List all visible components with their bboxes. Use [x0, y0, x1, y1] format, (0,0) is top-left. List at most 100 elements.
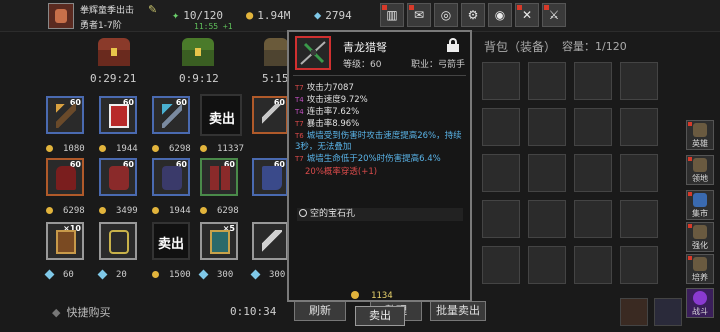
- coin-icon: [152, 271, 159, 278]
- item-slot-scroll-book[interactable]: ×10: [46, 222, 84, 260]
- item-price: 1080: [46, 144, 85, 154]
- chest-timer-1: 0:29:21: [90, 72, 137, 85]
- bag-slot[interactable]: [528, 62, 566, 100]
- quick-buy-toggle[interactable]: ◆ 快捷购买: [52, 304, 110, 320]
- shop-button[interactable]: ▥: [380, 3, 404, 27]
- bag-slot[interactable]: [620, 200, 658, 238]
- bag-capacity: 容量：1/120: [562, 40, 627, 53]
- pvp-button[interactable]: ⚔: [542, 3, 566, 27]
- bag-slot[interactable]: [574, 62, 612, 100]
- nav-hero-button[interactable]: 英雄: [686, 120, 714, 150]
- item-penetration-attribute: 20%概率穿透(+1): [305, 167, 378, 177]
- bag-slot[interactable]: [528, 108, 566, 146]
- nav-territory-button[interactable]: 领地: [686, 155, 714, 185]
- coin-icon: [46, 207, 53, 214]
- unlock-icon[interactable]: [447, 38, 459, 52]
- battle-swords-button[interactable]: ✕: [515, 3, 539, 27]
- coin-icon: [99, 207, 106, 214]
- item-price: 20: [97, 269, 127, 280]
- energy-stat: ✦ 10/120: [172, 8, 223, 22]
- item-price: 6298: [46, 206, 85, 216]
- item-slot-pants[interactable]: 60: [200, 158, 238, 196]
- quick-weapon-slot[interactable]: [654, 298, 682, 326]
- bulk-sell-button[interactable]: 批量卖出: [430, 301, 486, 321]
- feather-icon: [262, 230, 282, 254]
- bag-slot[interactable]: [620, 62, 658, 100]
- bag-slot[interactable]: [574, 246, 612, 284]
- refresh-timer: 0:10:34: [230, 305, 277, 318]
- edit-name-icon[interactable]: ✎: [148, 3, 157, 16]
- diamond-icon: [44, 269, 55, 280]
- item-slot-robe[interactable]: 60: [152, 158, 190, 196]
- item-attribute: T4 攻击速度9.72%: [295, 95, 368, 105]
- item-slot-green-book[interactable]: ×5: [200, 222, 238, 260]
- divider: [293, 75, 466, 76]
- item-slot-rod[interactable]: 60: [152, 96, 190, 134]
- item-slot-selected[interactable]: 卖出: [200, 94, 242, 136]
- sword-icon: [262, 104, 282, 128]
- bag-slot[interactable]: [482, 62, 520, 100]
- bag-slot[interactable]: [528, 200, 566, 238]
- item-slot-armor-dark[interactable]: 60: [99, 158, 137, 196]
- chest-red[interactable]: [96, 38, 132, 68]
- bag-slot[interactable]: [620, 108, 658, 146]
- item-slot-book[interactable]: 60: [99, 96, 137, 134]
- gamepad-button[interactable]: ◎: [434, 3, 458, 27]
- item-attribute: T4 连击率7.62%: [295, 107, 360, 117]
- player-avatar[interactable]: [48, 3, 74, 29]
- coin-icon: [351, 291, 359, 299]
- bag-slot[interactable]: [528, 246, 566, 284]
- gold-stat: ● 1.94M: [246, 8, 291, 22]
- chest-armor-icon: [56, 166, 76, 190]
- item-class: 职业：弓箭手: [411, 60, 466, 70]
- chest-green[interactable]: [180, 38, 216, 68]
- bag-slot[interactable]: [574, 200, 612, 238]
- empty-gem-socket[interactable]: 空的宝石孔: [297, 208, 463, 221]
- bag-slot[interactable]: [574, 108, 612, 146]
- bag-slot[interactable]: [528, 154, 566, 192]
- item-special-attribute: T7 城墙生命低于20%时伤害提高6.4%: [295, 154, 441, 164]
- item-slot-feather[interactable]: [252, 222, 288, 260]
- player-name: 拳辉童季出击: [80, 6, 135, 16]
- item-tooltip: 青龙猎弩 等级：60 职业：弓箭手 T7 攻击力7087 T4 攻击速度9.72% …: [287, 30, 472, 326]
- nav-train-button[interactable]: 培养: [686, 254, 714, 284]
- top-bar: 拳辉童季出击 勇者1-7阶 ✎ ✦ 10/120 11:55 +1 ● 1.94M …: [0, 0, 720, 32]
- nav-enhance-button[interactable]: 强化: [686, 222, 714, 252]
- chest-third[interactable]: [262, 38, 288, 68]
- market-icon: [693, 193, 707, 207]
- quick-armor-slot[interactable]: [620, 298, 648, 326]
- diamond-icon: [198, 269, 209, 280]
- item-price: 3499: [99, 206, 138, 216]
- item-name: 青龙猎弩: [343, 41, 387, 54]
- item-slot-rune[interactable]: [99, 222, 137, 260]
- bag-slot[interactable]: [482, 200, 520, 238]
- item-slot-boots[interactable]: 60: [252, 158, 288, 196]
- item-price: 1944: [152, 206, 191, 216]
- sell-item-button[interactable]: 卖出: [355, 306, 405, 326]
- bag-slot[interactable]: [620, 246, 658, 284]
- bag-slot[interactable]: [620, 154, 658, 192]
- item-slot-sword[interactable]: 60: [252, 96, 288, 134]
- gold-coin-icon: ●: [246, 8, 254, 22]
- item-slot-sell[interactable]: 卖出: [152, 222, 190, 260]
- item-slot-staff[interactable]: 60: [46, 96, 84, 134]
- skill-book-icon: [210, 230, 230, 254]
- color-wheel-button[interactable]: ◉: [488, 3, 512, 27]
- bag-slot[interactable]: [482, 108, 520, 146]
- item-level: 等级：60: [343, 60, 382, 70]
- spellbook-icon: [109, 104, 129, 128]
- bag-slot[interactable]: [482, 154, 520, 192]
- bag-slot[interactable]: [482, 246, 520, 284]
- chest-timer-3: 5:15: [262, 72, 289, 85]
- mail-button[interactable]: ✉: [407, 3, 431, 27]
- nav-battle-button[interactable]: 战斗: [686, 288, 714, 318]
- rune-stone-icon: [109, 230, 129, 254]
- bag-slot[interactable]: [574, 154, 612, 192]
- refresh-button[interactable]: 刷新: [294, 301, 346, 321]
- energy-icon: ✦: [172, 8, 180, 22]
- nav-market-button[interactable]: 集市: [686, 190, 714, 220]
- energy-regen: 11:55 +1: [194, 22, 233, 31]
- settings-gear-button[interactable]: ⚙: [461, 3, 485, 27]
- item-price: 6298: [200, 206, 239, 216]
- item-slot-armor-red[interactable]: 60: [46, 158, 84, 196]
